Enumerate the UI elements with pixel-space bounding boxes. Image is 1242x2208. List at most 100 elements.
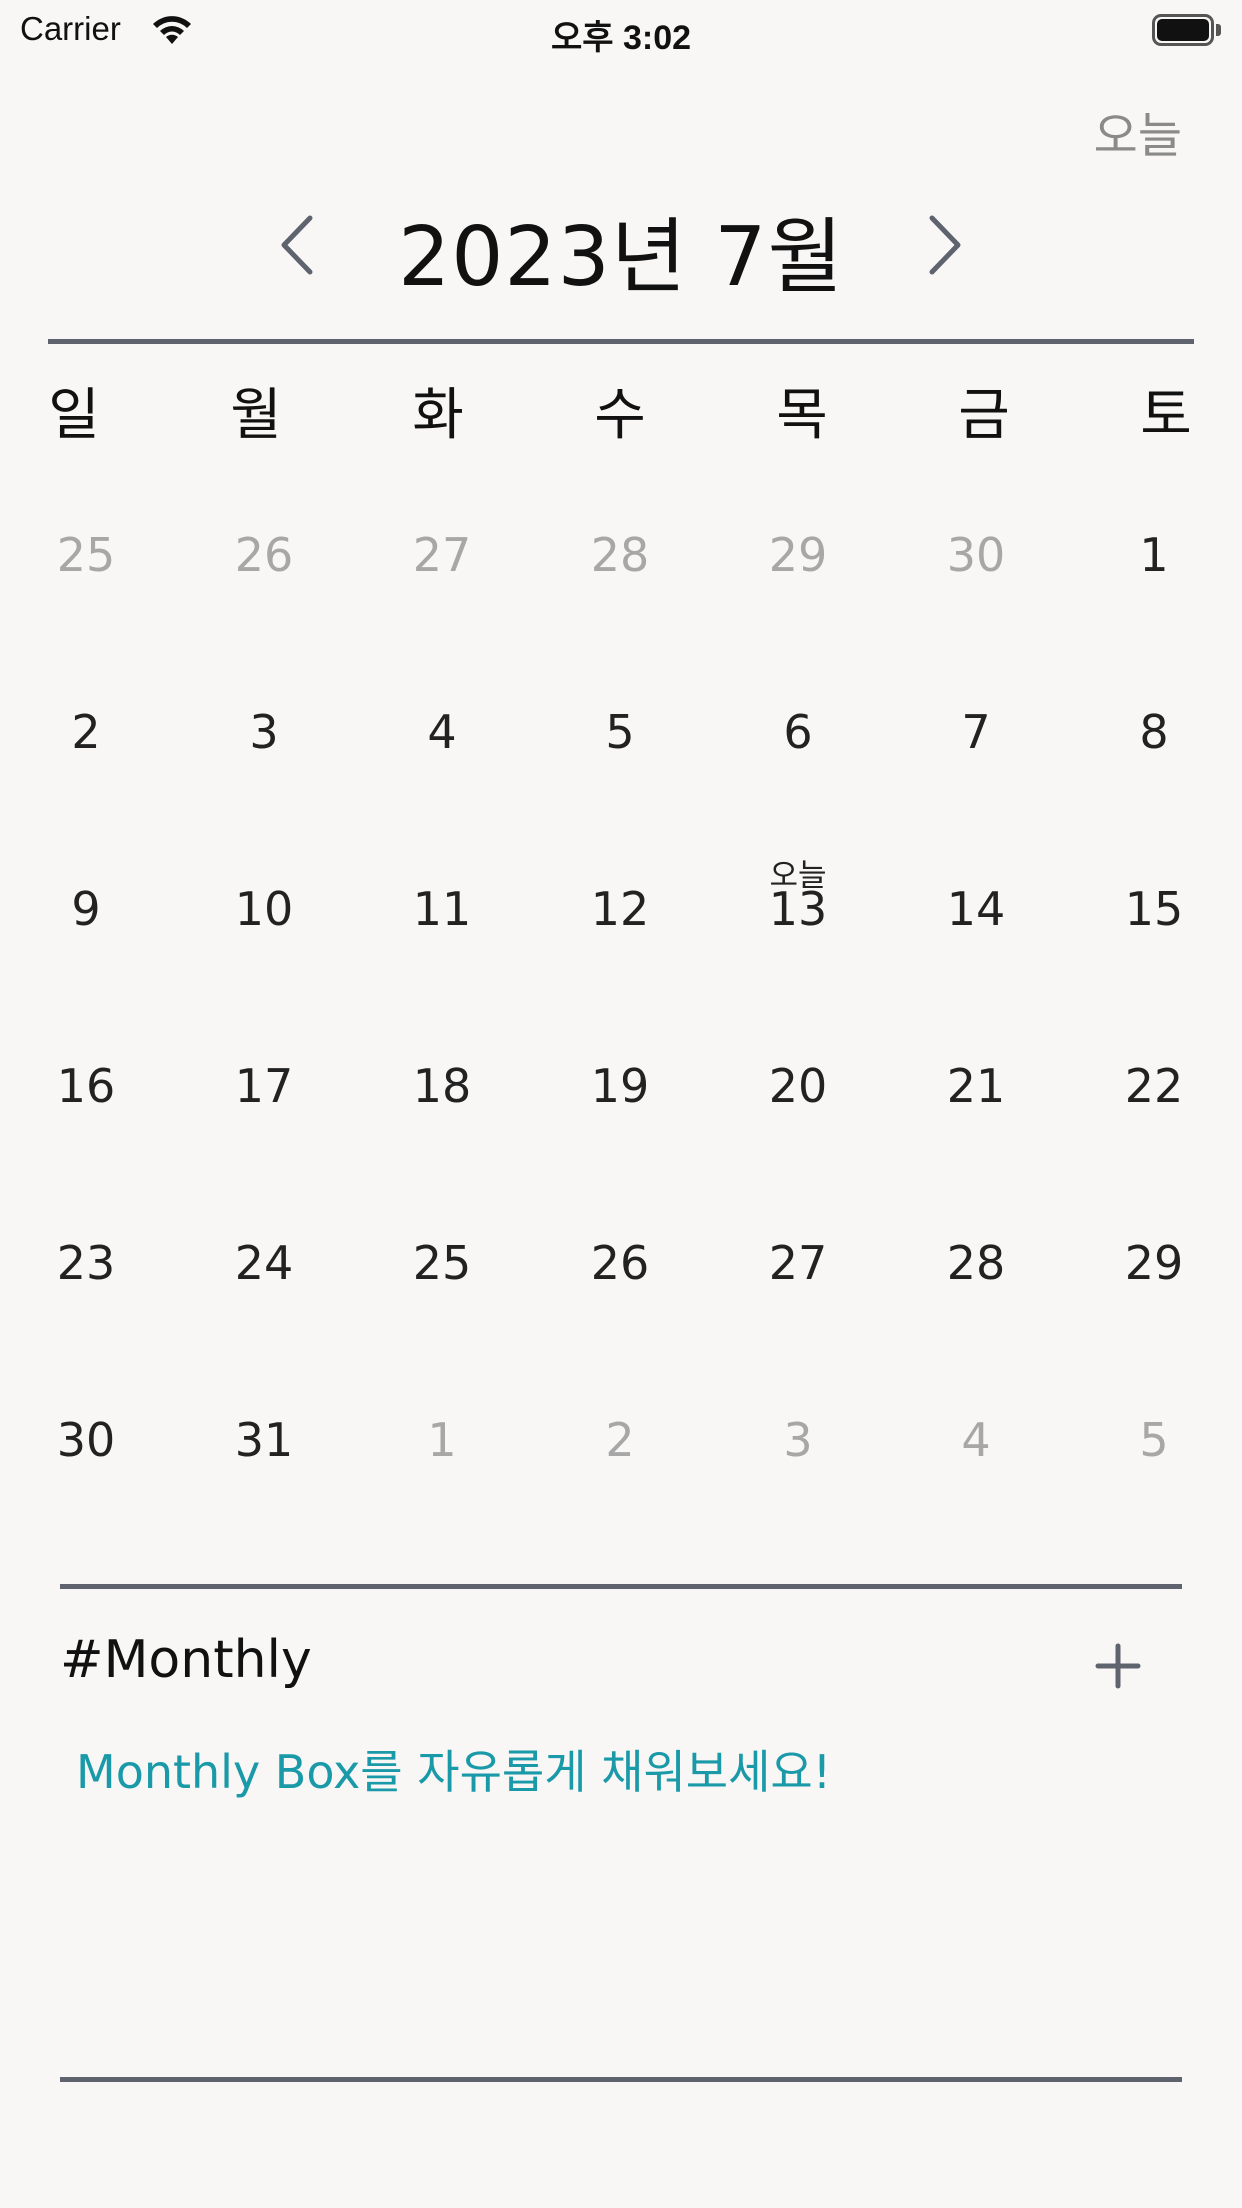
monthly-bottom-divider [60,2077,1182,2082]
add-monthly-button[interactable] [1090,1638,1146,1694]
day-cell[interactable]: 12 [550,854,690,974]
day-number: 2 [605,1413,635,1467]
day-cell[interactable]: 4 [906,1385,1046,1505]
day-number: 7 [961,705,991,759]
battery-icon [1152,14,1224,48]
day-cell[interactable]: 1 [372,1385,512,1505]
calendar-grid: 25 26 27 28 29 30 1 2 3 4 5 6 7 8 9 10 11 12 오늘 13 14 15 16 17 1… [0,500,1242,1560]
day-cell[interactable]: 3 [728,1385,868,1505]
chevron-right-icon [929,215,961,275]
weekday-sun: 일 [48,383,100,448]
day-cell[interactable]: 30 [906,500,1046,620]
day-number: 1 [1139,528,1169,582]
day-number: 29 [768,528,828,582]
day-cell[interactable]: 7 [906,677,1046,797]
day-cell[interactable]: 28 [906,1208,1046,1328]
day-cell[interactable]: 25 [372,1208,512,1328]
day-cell[interactable]: 19 [550,1031,690,1151]
monthly-top-divider [60,1584,1182,1589]
day-cell[interactable]: 14 [906,854,1046,974]
day-number: 18 [412,1059,472,1113]
day-number: 4 [427,705,457,759]
day-number: 21 [946,1059,1006,1113]
day-number: 31 [234,1413,294,1467]
day-cell[interactable]: 4 [372,677,512,797]
month-title: 2023년 7월 [398,210,844,305]
day-number: 13 [768,882,828,936]
weekday-wed: 수 [594,383,646,448]
day-number: 5 [1139,1413,1169,1467]
day-cell[interactable]: 26 [194,500,334,620]
day-cell[interactable]: 오늘 13 [728,854,868,974]
day-number: 23 [56,1236,116,1290]
weekday-sat: 토 [1140,383,1192,448]
today-button[interactable]: 오늘 [1094,96,1182,166]
day-cell[interactable]: 23 [16,1208,156,1328]
day-number: 3 [783,1413,813,1467]
day-number: 8 [1139,705,1169,759]
day-number: 11 [412,882,472,936]
weekday-tue: 화 [412,383,464,448]
day-cell[interactable]: 30 [16,1385,156,1505]
weekday-thu: 목 [776,383,828,448]
monthly-box-placeholder[interactable]: Monthly Box를 자유롭게 채워보세요! [76,1736,831,1802]
status-bar: Carrier 오후 3:02 [0,0,1242,62]
day-number: 1 [427,1413,457,1467]
weekday-fri: 금 [958,383,1010,448]
day-cell[interactable]: 3 [194,677,334,797]
day-cell[interactable]: 2 [550,1385,690,1505]
day-number: 30 [946,528,1006,582]
month-header: 2023년 7월 [0,180,1242,305]
day-cell[interactable]: 29 [1084,1208,1224,1328]
day-cell[interactable]: 22 [1084,1031,1224,1151]
day-cell[interactable]: 17 [194,1031,334,1151]
header-divider [48,339,1194,344]
day-cell[interactable]: 26 [550,1208,690,1328]
day-cell[interactable]: 9 [16,854,156,974]
day-cell[interactable]: 11 [372,854,512,974]
day-number: 14 [946,882,1006,936]
day-number: 27 [412,528,472,582]
weekday-mon: 월 [230,383,282,448]
day-number: 3 [249,705,279,759]
day-number: 28 [590,528,650,582]
day-cell[interactable]: 6 [728,677,868,797]
day-number: 22 [1124,1059,1184,1113]
day-cell[interactable]: 31 [194,1385,334,1505]
day-number: 10 [234,882,294,936]
day-cell[interactable]: 8 [1084,677,1224,797]
plus-icon [1095,1643,1141,1689]
day-cell[interactable]: 10 [194,854,334,974]
day-cell[interactable]: 5 [1084,1385,1224,1505]
next-month-button[interactable] [912,210,972,280]
day-cell[interactable]: 27 [728,1208,868,1328]
day-cell[interactable]: 21 [906,1031,1046,1151]
monthly-title: #Monthly [60,1630,312,1690]
day-number: 25 [56,528,116,582]
day-cell[interactable]: 24 [194,1208,334,1328]
day-cell[interactable]: 2 [16,677,156,797]
day-number: 6 [783,705,813,759]
day-number: 24 [234,1236,294,1290]
day-cell[interactable]: 29 [728,500,868,620]
day-cell[interactable]: 25 [16,500,156,620]
day-cell[interactable]: 1 [1084,500,1224,620]
day-number: 9 [71,882,101,936]
day-cell[interactable]: 28 [550,500,690,620]
weekday-row: 일 월 화 수 목 금 토 [0,370,1242,448]
day-cell[interactable]: 20 [728,1031,868,1151]
day-number: 17 [234,1059,294,1113]
day-cell[interactable]: 5 [550,677,690,797]
day-number: 26 [590,1236,650,1290]
day-number: 25 [412,1236,472,1290]
day-cell[interactable]: 27 [372,500,512,620]
day-cell[interactable]: 16 [16,1031,156,1151]
day-number: 2 [71,705,101,759]
day-number: 12 [590,882,650,936]
day-number: 4 [961,1413,991,1467]
day-cell[interactable]: 18 [372,1031,512,1151]
day-number: 15 [1124,882,1184,936]
day-number: 28 [946,1236,1006,1290]
day-cell[interactable]: 15 [1084,854,1224,974]
day-number: 29 [1124,1236,1184,1290]
